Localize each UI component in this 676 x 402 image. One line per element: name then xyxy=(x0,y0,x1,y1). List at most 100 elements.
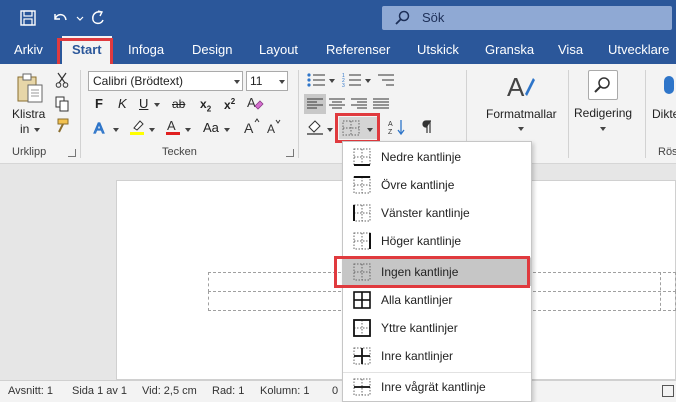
paste-icon[interactable] xyxy=(14,72,46,104)
tab-arkiv[interactable]: Arkiv xyxy=(14,42,43,57)
font-name-select[interactable]: Calibri (Brödtext) xyxy=(88,71,243,91)
multilevel-list-icon[interactable] xyxy=(376,72,396,88)
font-size-select[interactable]: 11 xyxy=(246,71,288,91)
font-color-icon[interactable]: A xyxy=(164,118,182,136)
menu-item-label: Vänster kantlinje xyxy=(381,206,470,220)
clipboard-group-label: Urklipp xyxy=(12,146,47,158)
underline-dropdown-icon[interactable] xyxy=(154,103,160,107)
change-case-dropdown-icon[interactable] xyxy=(224,128,230,132)
find-icon[interactable] xyxy=(588,70,618,100)
tab-referenser[interactable]: Referenser xyxy=(326,42,390,57)
view-mode-icon[interactable] xyxy=(662,385,674,397)
subscript-icon[interactable]: x2 xyxy=(200,97,211,113)
outside-borders-icon xyxy=(353,319,371,337)
status-section[interactable]: Avsnitt: 1 xyxy=(8,385,53,397)
bold-icon[interactable]: F xyxy=(95,96,103,111)
editing-dropdown-icon[interactable] xyxy=(600,127,606,131)
sort-icon[interactable]: AZ xyxy=(388,118,406,136)
menu-item-all-borders[interactable]: Alla kantlinjer xyxy=(343,286,531,314)
font-size-value: 11 xyxy=(250,74,263,88)
show-formatting-icon[interactable] xyxy=(420,118,434,136)
search-icon xyxy=(394,9,412,30)
tab-granska[interactable]: Granska xyxy=(485,42,534,57)
group-divider xyxy=(80,70,81,158)
tab-design[interactable]: Design xyxy=(192,42,232,57)
title-bar: Sök xyxy=(0,0,676,36)
font-launcher-icon[interactable] xyxy=(286,149,294,157)
save-icon[interactable] xyxy=(16,6,40,30)
status-extra: 0 xyxy=(332,385,339,397)
numbering-icon[interactable]: 123 xyxy=(342,72,362,88)
svg-text:A: A xyxy=(247,95,256,110)
font-group-label: Tecken xyxy=(162,146,197,158)
align-center-icon[interactable] xyxy=(328,96,346,112)
styles-icon[interactable]: A xyxy=(504,72,536,102)
menu-item-bottom-border[interactable]: Nedre kantlinje xyxy=(343,143,531,171)
menu-item-top-border[interactable]: Övre kantlinje xyxy=(343,171,531,199)
svg-text:A: A xyxy=(94,120,104,136)
menu-item-left-border[interactable]: Vänster kantlinje xyxy=(343,199,531,227)
underline-icon[interactable]: U xyxy=(139,96,148,111)
svg-text:A: A xyxy=(388,121,393,128)
menu-item-inside-horizontal-border[interactable]: Inre vågrät kantlinje xyxy=(343,373,531,401)
italic-icon[interactable]: K xyxy=(118,96,127,111)
menu-item-outside-borders[interactable]: Yttre kantlinjer xyxy=(343,314,531,342)
superscript-icon[interactable]: x2 xyxy=(224,97,235,112)
right-border-icon xyxy=(353,232,371,250)
microphone-icon[interactable] xyxy=(660,74,676,102)
align-left-icon xyxy=(306,96,324,112)
editing-label[interactable]: Redigering xyxy=(574,106,632,120)
tab-visa[interactable]: Visa xyxy=(558,42,583,57)
styles-dropdown-icon[interactable] xyxy=(518,127,524,131)
numbering-dropdown-icon[interactable] xyxy=(365,79,371,83)
clear-formatting-icon[interactable]: A xyxy=(246,94,264,112)
menu-item-right-border[interactable]: Höger kantlinje xyxy=(343,227,531,255)
borders-button-highlight xyxy=(335,113,380,143)
table-column-divider xyxy=(660,272,661,311)
tab-utvecklare[interactable]: Utvecklare xyxy=(608,42,669,57)
menu-item-label: Inre vågrät kantlinje xyxy=(381,380,486,394)
highlight-color-icon[interactable] xyxy=(128,118,146,136)
font-size-dropdown-icon[interactable] xyxy=(279,80,285,84)
paste-label-line2[interactable]: in xyxy=(20,122,29,136)
svg-text:A: A xyxy=(244,120,254,136)
font-color-dropdown-icon[interactable] xyxy=(185,128,191,132)
menu-item-label: Höger kantlinje xyxy=(381,234,462,248)
tab-infoga[interactable]: Infoga xyxy=(128,42,164,57)
highlight-dropdown-icon[interactable] xyxy=(149,128,155,132)
top-border-icon xyxy=(353,176,371,194)
grow-font-icon[interactable]: A xyxy=(244,118,260,136)
paste-label[interactable]: Klistra xyxy=(12,107,45,121)
bullets-dropdown-icon[interactable] xyxy=(329,79,335,83)
strikethrough-icon[interactable]: ab xyxy=(172,97,185,111)
font-name-dropdown-icon[interactable] xyxy=(234,80,240,84)
copy-icon[interactable] xyxy=(54,96,70,112)
menu-item-label: Övre kantlinje xyxy=(381,178,455,192)
shading-dropdown-icon[interactable] xyxy=(327,128,333,132)
tab-layout[interactable]: Layout xyxy=(259,42,298,57)
status-column[interactable]: Kolumn: 1 xyxy=(260,385,310,397)
clipboard-launcher-icon[interactable] xyxy=(68,149,76,157)
tab-utskick[interactable]: Utskick xyxy=(417,42,459,57)
paste-dropdown-icon[interactable] xyxy=(34,128,40,132)
format-painter-icon[interactable] xyxy=(54,118,70,134)
redo-icon[interactable] xyxy=(86,6,110,30)
align-right-icon[interactable] xyxy=(350,96,368,112)
search-box[interactable]: Sök xyxy=(382,6,672,30)
status-position[interactable]: Vid: 2,5 cm xyxy=(142,385,197,397)
shrink-font-icon[interactable]: A xyxy=(266,118,282,136)
menu-item-inside-borders[interactable]: Inre kantlinjer xyxy=(343,342,531,370)
status-page[interactable]: Sida 1 av 1 xyxy=(72,385,127,397)
group-divider xyxy=(298,70,299,158)
status-line[interactable]: Rad: 1 xyxy=(212,385,244,397)
change-case-icon[interactable]: Aa xyxy=(203,120,219,135)
styles-label[interactable]: Formatmallar xyxy=(486,107,557,121)
bullets-icon[interactable] xyxy=(306,72,326,88)
text-effects-dropdown-icon[interactable] xyxy=(113,128,119,132)
text-effects-icon[interactable]: A xyxy=(92,118,110,136)
justify-icon[interactable] xyxy=(372,96,390,112)
dictate-label[interactable]: Dikte xyxy=(652,107,676,121)
shading-icon[interactable] xyxy=(306,118,324,136)
svg-text:A: A xyxy=(267,122,275,136)
cut-icon[interactable] xyxy=(54,72,70,88)
